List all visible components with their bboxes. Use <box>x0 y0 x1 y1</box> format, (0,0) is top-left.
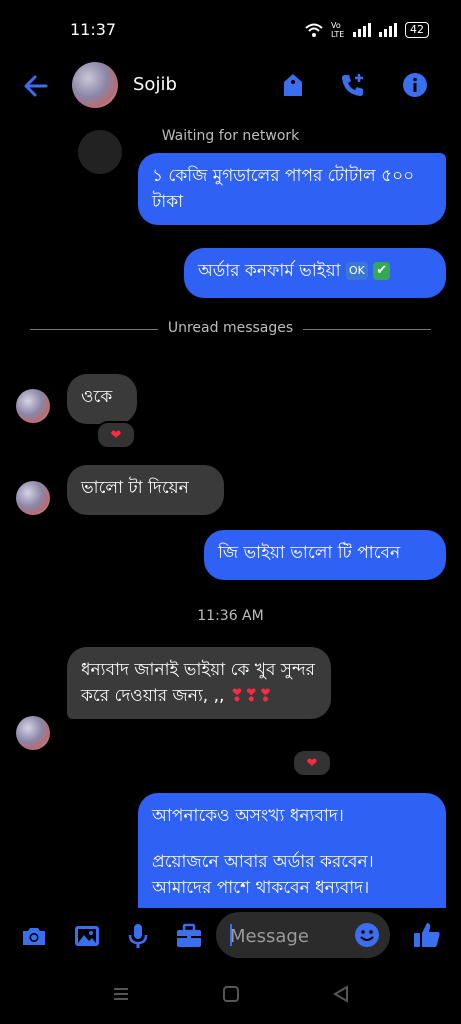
message-text: ১ কেজি মুগডালের পাপর টোটাল ৫০০ টাকা <box>152 166 415 212</box>
message-text: জি ভাইয়া ভালো টি পাবেন <box>218 543 401 563</box>
message-timestamp: 11:36 AM <box>197 608 264 624</box>
message-bubble-outgoing[interactable]: আপনাকেও অসংখ্য ধন্যবাদ। প্রয়োজনে আবার অ… <box>138 793 446 908</box>
sender-avatar[interactable] <box>16 481 50 515</box>
message-bubble-outgoing[interactable]: জি ভাইয়া ভালো টি পাবেন <box>204 530 446 580</box>
message-bubble-outgoing[interactable]: অর্ডার কনফার্ম ভাইয়া OK ✔ <box>184 248 446 298</box>
back-nav-icon[interactable] <box>332 985 350 1003</box>
message-bubble-outgoing[interactable]: ১ কেজি মুগডালের পাপর টোটাল ৫০০ টাকা <box>138 153 446 225</box>
unread-label: Unread messages <box>167 320 294 336</box>
reaction-badge[interactable]: ❤ <box>96 421 136 449</box>
message-text: ভালো টা দিয়েন <box>81 478 189 498</box>
message-line-2: প্রয়োজনে আবার অর্ডার করবেন। <box>152 852 374 872</box>
menu-nav-icon[interactable] <box>112 985 130 1003</box>
battery-indicator: 42 <box>405 22 429 38</box>
lte-label: Vo LTE <box>331 21 345 39</box>
thumbs-up-icon[interactable] <box>412 920 442 950</box>
tag-icon[interactable] <box>280 72 306 98</box>
message-line-1: আপনাকেও অসংখ্য ধন্যবাদ। <box>152 806 344 826</box>
heart-icon: ❤ <box>306 755 318 771</box>
info-icon[interactable] <box>402 72 428 98</box>
add-call-icon[interactable] <box>340 72 366 98</box>
status-icons: Vo LTE 42 <box>305 21 429 39</box>
message-input-container[interactable] <box>216 912 390 958</box>
heart-icon: ❤ <box>110 427 122 443</box>
camera-icon[interactable] <box>20 922 48 950</box>
sender-avatar[interactable] <box>16 716 50 750</box>
check-emoji-icon: ✔ <box>373 262 391 280</box>
home-nav-icon[interactable] <box>222 985 240 1003</box>
message-composer <box>0 908 461 964</box>
message-text: ধন্যবাদ জানাই ভাইয়া কে খুব সুন্দর করে দ… <box>81 660 316 706</box>
gallery-icon[interactable] <box>73 922 101 950</box>
message-bubble-incoming[interactable]: ধন্যবাদ জানাই ভাইয়া কে খুব সুন্দর করে দ… <box>67 647 331 719</box>
chat-header: Sojib <box>0 60 461 116</box>
message-text: অর্ডার কনফার্ম ভাইয়া <box>198 261 341 281</box>
sender-avatar[interactable] <box>16 389 50 423</box>
message-bubble-incoming[interactable]: ওকে <box>67 374 137 424</box>
hearts-emoji: ❣❣❣ <box>229 686 273 706</box>
emoji-icon[interactable] <box>354 922 380 948</box>
briefcase-icon[interactable] <box>175 922 203 950</box>
microphone-icon[interactable] <box>124 922 152 950</box>
message-text: ওকে <box>81 387 113 407</box>
ok-emoji-icon: OK <box>345 262 368 280</box>
contact-name[interactable]: Sojib <box>133 74 177 95</box>
network-status: Waiting for network <box>161 128 300 144</box>
reaction-badge[interactable]: ❤ <box>292 749 332 777</box>
wifi-icon <box>305 23 323 37</box>
status-time: 11:37 <box>70 20 117 39</box>
contact-avatar[interactable] <box>72 62 118 108</box>
status-bar: 11:37 Vo LTE 42 <box>0 0 461 60</box>
back-arrow-icon[interactable] <box>22 72 50 105</box>
unread-divider: Unread messages <box>30 320 431 338</box>
system-nav-bar <box>0 975 461 1015</box>
signal-icon-2 <box>379 23 397 37</box>
message-bubble-incoming[interactable]: ভালো টা দিয়েন <box>67 465 224 515</box>
message-line-3: আমাদের পাশে থাকবেন ধন্যবাদ। <box>152 878 370 898</box>
message-input[interactable] <box>228 920 352 952</box>
signal-icon <box>353 23 371 37</box>
partial-avatar <box>78 130 122 174</box>
